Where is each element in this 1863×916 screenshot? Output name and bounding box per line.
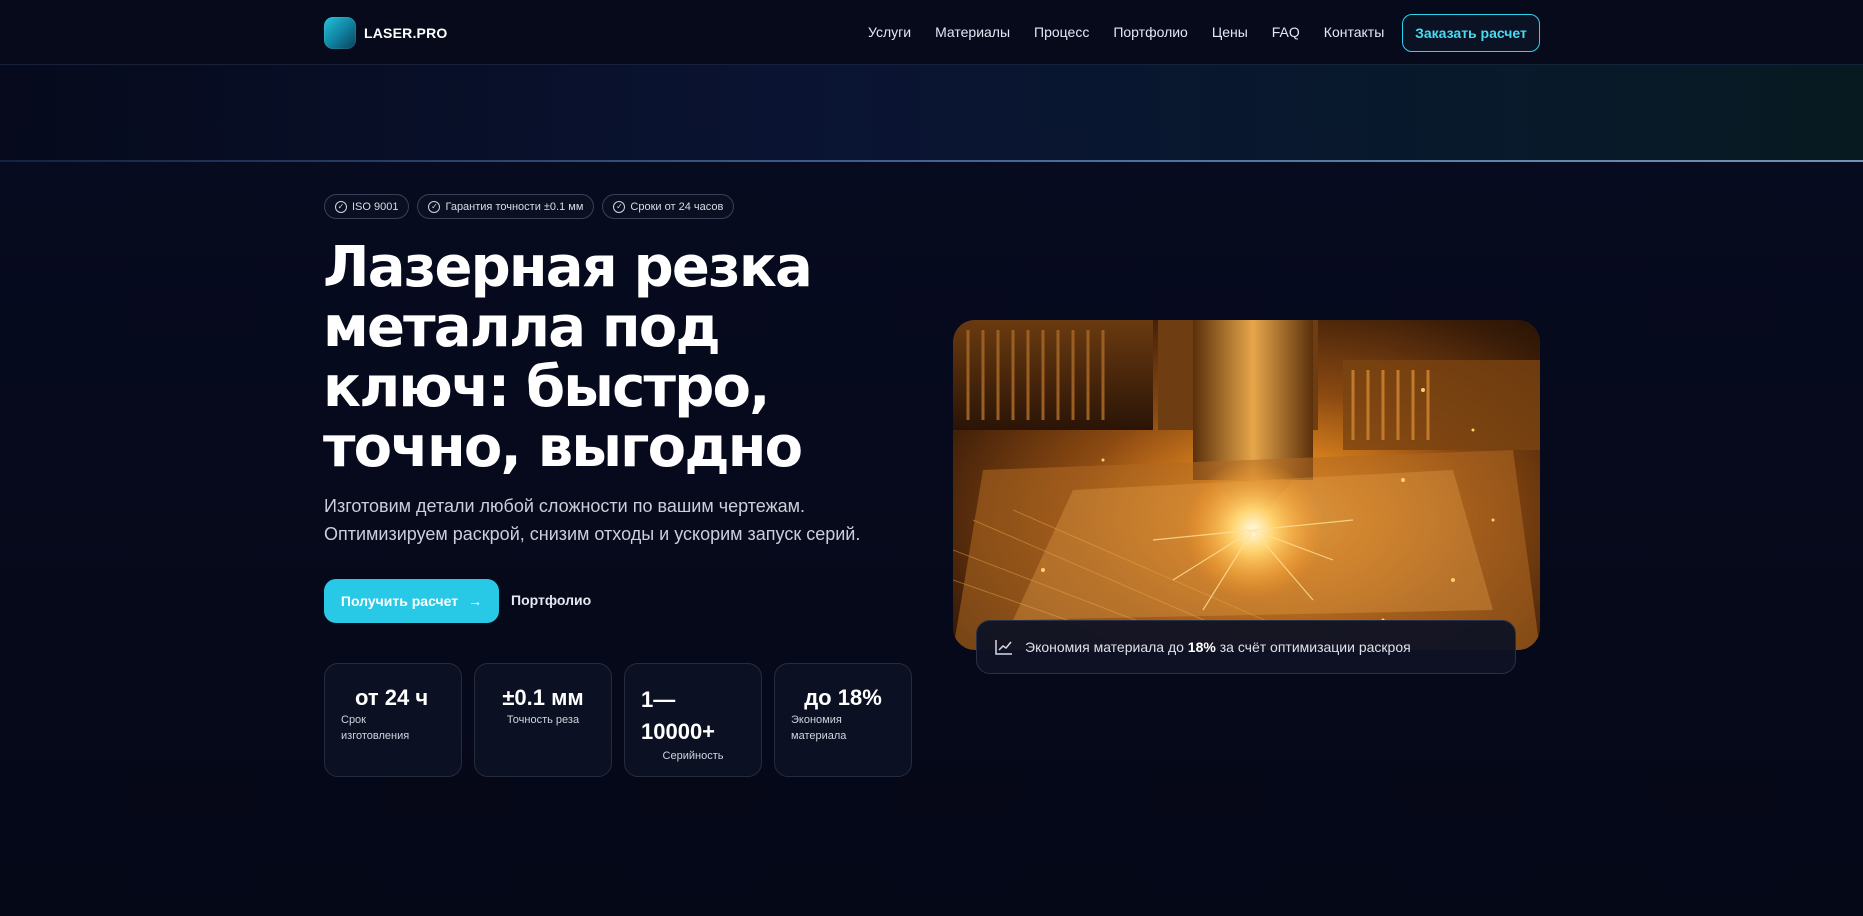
badge-iso: ✓ ISO 9001 <box>324 194 410 219</box>
badge-precision: ✓ Гарантия точности ±0.1 мм <box>417 194 595 219</box>
badge-deadline: ✓ Сроки от 24 часов <box>602 194 735 219</box>
stat-card-savings: до 18% Экономия материала <box>774 663 912 777</box>
badges: ✓ ISO 9001 ✓ Гарантия точности ±0.1 мм ✓… <box>324 194 735 219</box>
stat-label: Срок изготовления <box>341 714 410 742</box>
hero-title: Лазерная резка металла под ключ: быстро,… <box>323 238 883 478</box>
stat-value: до 18% <box>804 685 882 710</box>
laser-machine-illustration <box>953 320 1540 650</box>
badge-label: Сроки от 24 часов <box>630 200 724 213</box>
nav-link-process[interactable]: Процесс <box>1034 24 1089 40</box>
stat-card-precision: ±0.1 мм Точность реза <box>474 663 612 777</box>
order-quote-button[interactable]: Заказать расчет <box>1402 14 1540 52</box>
badge-label: Гарантия точности ±0.1 мм <box>445 200 584 213</box>
hero-title-line: металла под <box>323 295 721 360</box>
nav-link-contacts[interactable]: Контакты <box>1324 24 1384 40</box>
stat-value: от 24 ч <box>355 685 429 710</box>
logo-icon <box>324 17 356 49</box>
logo-text: LASER.PRO <box>364 25 448 41</box>
savings-banner: Экономия материала до 18% за счёт оптими… <box>976 620 1516 674</box>
get-quote-button[interactable]: Получить расчет → <box>324 579 499 623</box>
hero-background <box>0 162 1863 916</box>
logo[interactable]: LASER.PRO <box>324 17 447 49</box>
nav-link-prices[interactable]: Цены <box>1212 24 1248 40</box>
stat-card-batch: 1—10000+ Серийность <box>624 663 762 777</box>
hero-title-line: ключ: быстро, <box>323 355 770 420</box>
hero-subtitle: Изготовим детали любой сложности по ваши… <box>324 492 924 548</box>
trend-chart-icon <box>995 640 1012 655</box>
savings-value: 18% <box>1187 639 1216 655</box>
hero-subtitle-line: Оптимизируем раскрой, снизим отходы и ус… <box>324 524 861 544</box>
main-nav: Услуги Материалы Процесс Портфолио Цены … <box>868 24 1384 40</box>
stat-label: Экономия материала <box>791 714 847 742</box>
site-header: LASER.PRO Услуги Материалы Процесс Портф… <box>0 0 1863 65</box>
stat-label: Серийность <box>662 750 724 762</box>
hero-subtitle-line: Изготовим детали любой сложности по ваши… <box>324 496 806 516</box>
portfolio-link[interactable]: Портфолио <box>511 592 591 608</box>
laser-cutting-image <box>953 320 1540 650</box>
savings-prefix: Экономия материала до <box>1025 639 1184 655</box>
nav-link-portfolio[interactable]: Портфолио <box>1113 24 1188 40</box>
savings-text: Экономия материала до 18% за счёт оптими… <box>1025 639 1411 655</box>
badge-label: ISO 9001 <box>352 200 399 213</box>
stat-value: ±0.1 мм <box>502 685 584 710</box>
stat-label: Точность реза <box>506 714 580 726</box>
stat-card-lead-time: от 24 ч Срок изготовления <box>324 663 462 777</box>
nav-link-services[interactable]: Услуги <box>868 24 911 40</box>
arrow-right-icon: → <box>468 593 483 609</box>
nav-link-materials[interactable]: Материалы <box>935 24 1010 40</box>
savings-suffix: за счёт оптимизации раскроя <box>1219 639 1411 655</box>
get-quote-label: Получить расчет <box>340 593 459 609</box>
check-icon: ✓ <box>428 200 441 213</box>
check-icon: ✓ <box>613 200 626 213</box>
check-icon: ✓ <box>335 200 347 213</box>
hero-title-line: Лазерная резка <box>323 235 813 300</box>
hero-title-line: точно, выгодно <box>323 415 803 480</box>
nav-link-faq[interactable]: FAQ <box>1272 24 1300 40</box>
stat-value: 1—10000+ <box>641 687 716 744</box>
